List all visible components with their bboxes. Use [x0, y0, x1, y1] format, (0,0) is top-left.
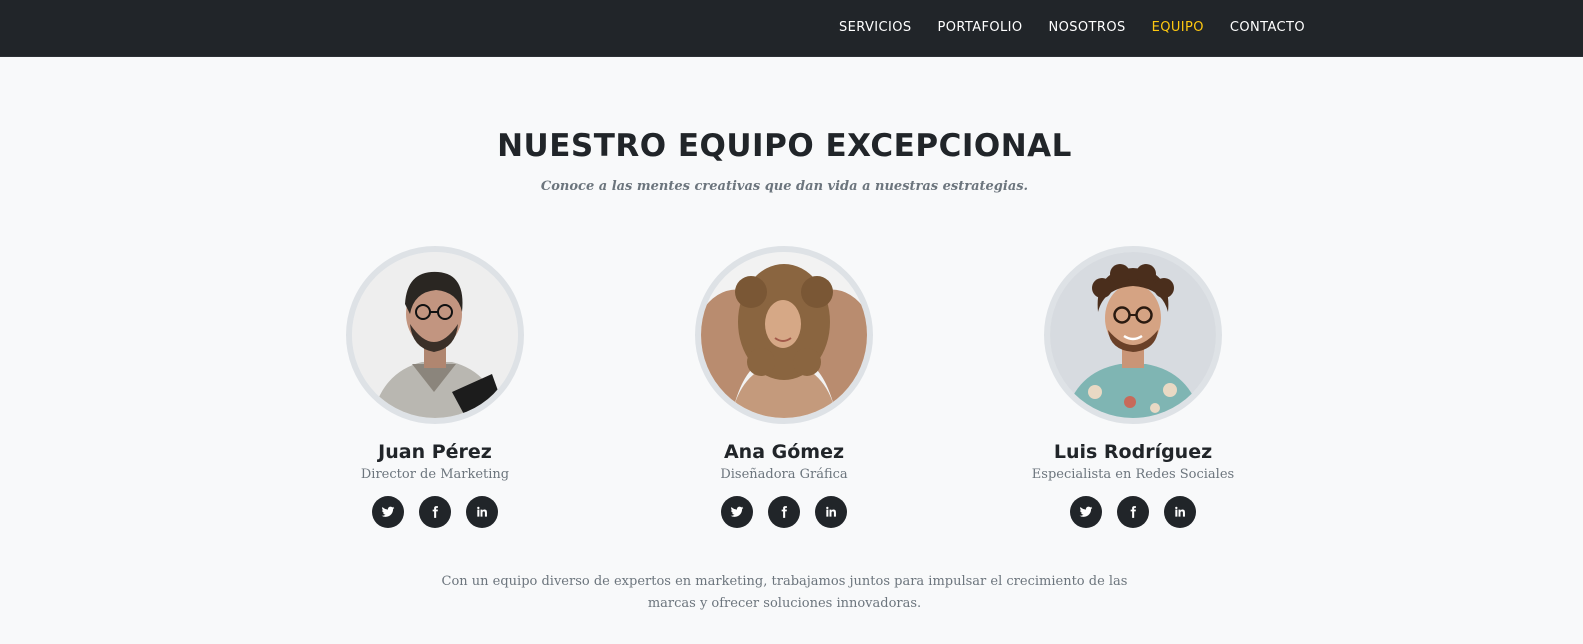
team-member-photo — [346, 246, 524, 424]
twitter-icon — [730, 506, 744, 517]
twitter-button[interactable] — [1070, 496, 1102, 528]
member-role: Diseñadora Gráfica — [720, 467, 848, 482]
nav-item-nosotros[interactable]: NOSOTROS — [1049, 19, 1126, 36]
man-curly-hair-portrait — [1050, 252, 1216, 418]
linkedin-icon — [1175, 506, 1185, 517]
nav-item-equipo[interactable]: EQUIPO — [1152, 19, 1204, 36]
nav-item-contacto[interactable]: CONTACTO — [1230, 19, 1305, 36]
linkedin-button[interactable] — [1164, 496, 1196, 528]
facebook-icon — [781, 506, 787, 518]
facebook-icon — [432, 506, 438, 518]
member-role: Especialista en Redes Sociales — [1031, 467, 1235, 482]
team-member-photo — [695, 246, 873, 424]
twitter-button[interactable] — [721, 496, 753, 528]
woman-curly-hair-portrait — [701, 252, 867, 418]
social-links — [285, 496, 585, 528]
team-member-card: Luis Rodríguez Especialista en Redes Soc… — [983, 246, 1283, 528]
twitter-icon — [1079, 506, 1093, 517]
facebook-button[interactable] — [1117, 496, 1149, 528]
member-name: Juan Pérez — [378, 441, 492, 463]
team-member-card: Juan Pérez Director de Marketing — [285, 246, 585, 528]
facebook-button[interactable] — [768, 496, 800, 528]
member-name: Ana Gómez — [723, 441, 845, 463]
nav-item-servicios[interactable]: SERVICIOS — [839, 19, 912, 36]
linkedin-icon — [477, 506, 487, 517]
twitter-button[interactable] — [372, 496, 404, 528]
team-member-card: Ana Gómez Diseñadora Gráfica — [634, 246, 934, 528]
member-role: Director de Marketing — [360, 467, 510, 482]
linkedin-icon — [826, 506, 836, 517]
nav-menu: SERVICIOS PORTAFOLIO NOSOTROS EQUIPO CON… — [813, 19, 1305, 36]
facebook-button[interactable] — [419, 496, 451, 528]
nav-item-portafolio[interactable]: PORTAFOLIO — [938, 19, 1023, 36]
twitter-icon — [381, 506, 395, 517]
member-name: Luis Rodríguez — [1053, 441, 1213, 463]
linkedin-button[interactable] — [815, 496, 847, 528]
facebook-icon — [1130, 506, 1136, 518]
section-heading: NUESTRO EQUIPO EXCEPCIONAL — [497, 128, 1072, 164]
navbar: SERVICIOS PORTAFOLIO NOSOTROS EQUIPO CON… — [0, 0, 1583, 57]
social-links — [983, 496, 1283, 528]
linkedin-button[interactable] — [466, 496, 498, 528]
social-links — [634, 496, 934, 528]
man-glasses-portrait — [352, 252, 518, 418]
team-closing-text: Con un equipo diverso de expertos en mar… — [441, 574, 1128, 611]
section-subheading: Conoce a las mentes creativas que dan vi… — [540, 179, 1029, 194]
team-member-photo — [1044, 246, 1222, 424]
